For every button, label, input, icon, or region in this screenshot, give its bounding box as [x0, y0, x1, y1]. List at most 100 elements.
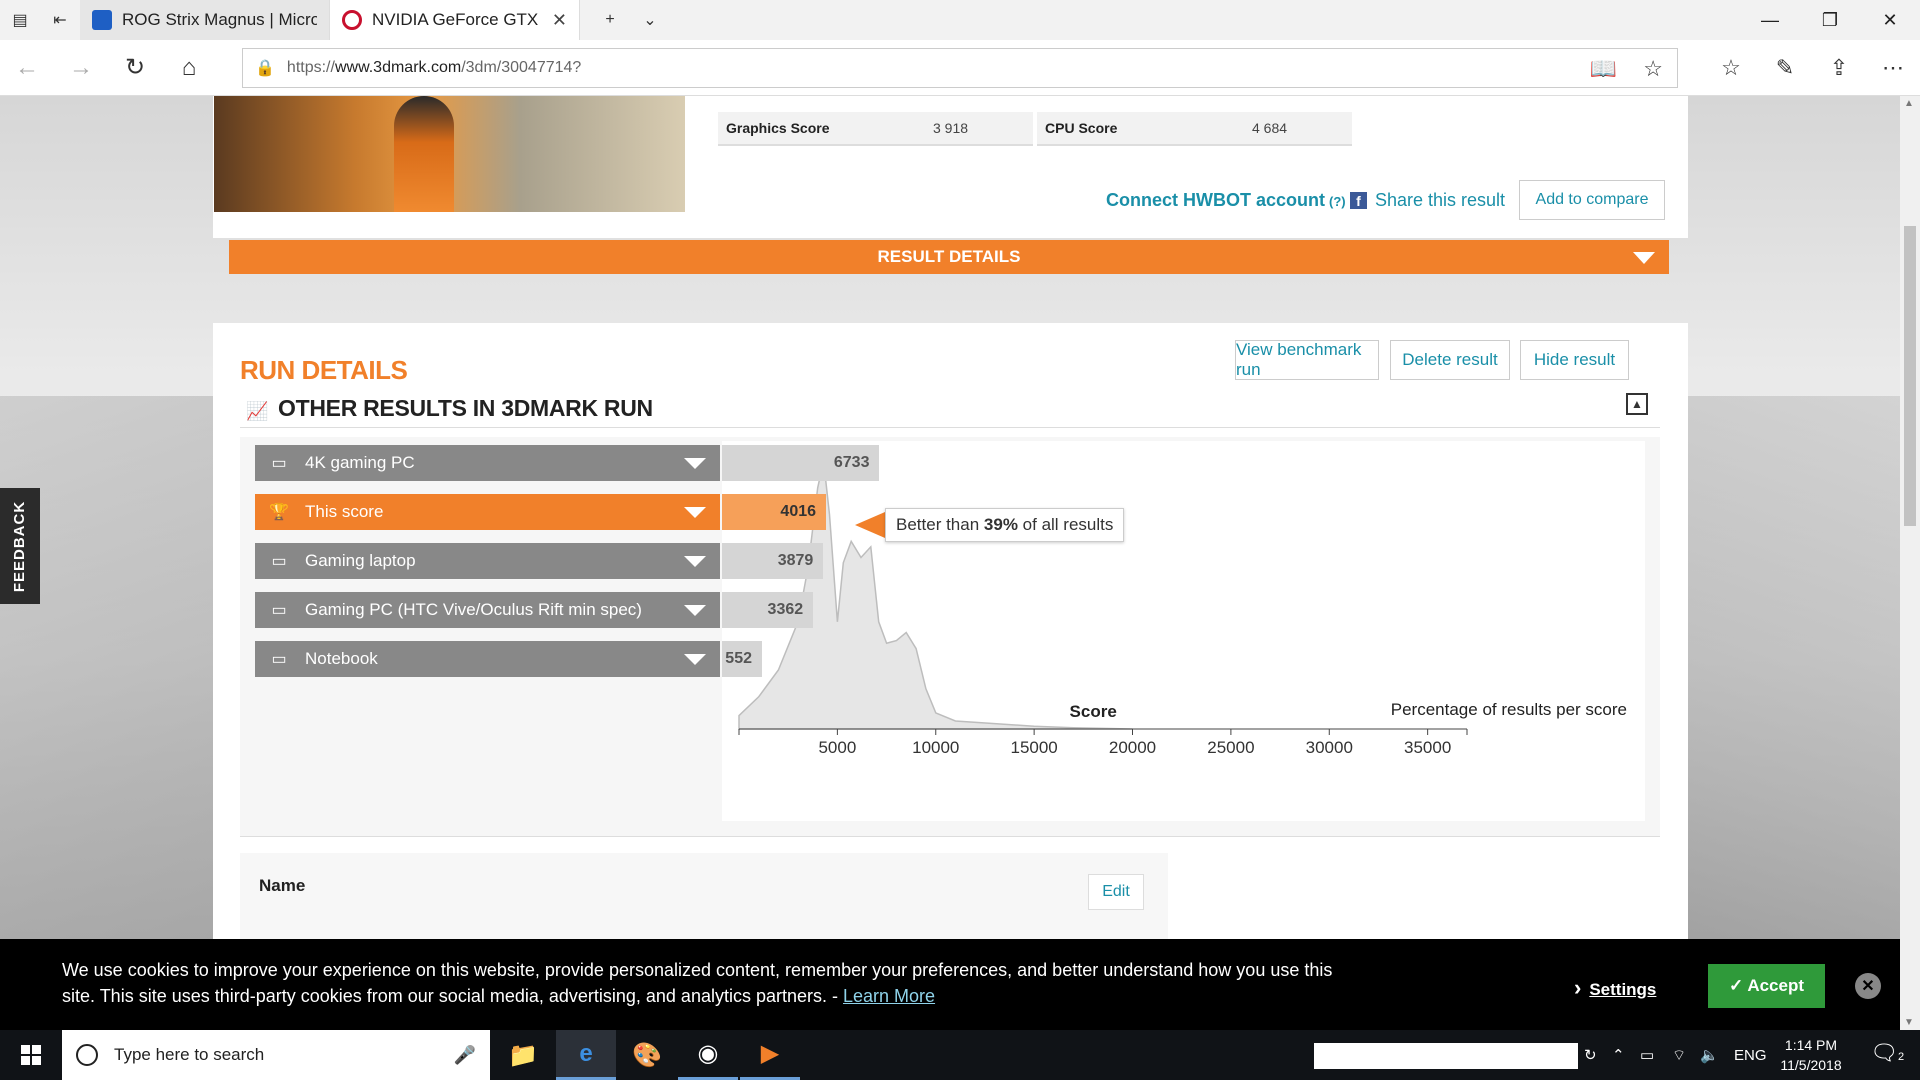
tray-address-box[interactable] — [1314, 1043, 1578, 1069]
cookie-banner: We use cookies to improve your experienc… — [0, 939, 1900, 1030]
hwbot-help-link[interactable]: (?) — [1329, 194, 1346, 209]
language-indicator[interactable]: ENG — [1734, 1030, 1767, 1080]
more-icon[interactable]: ⋯ — [1866, 40, 1920, 96]
refresh-icon[interactable]: ↻ — [108, 40, 162, 96]
line-chart-icon: 📈 — [246, 401, 269, 421]
window-controls: — ❐ ✕ — [1740, 0, 1920, 40]
scroll-up-icon[interactable]: ▲ — [1904, 98, 1914, 109]
tab-title: ROG Strix Magnus | Micropl — [122, 10, 317, 29]
connect-hwbot-link[interactable]: Connect HWBOT account (?) — [1106, 190, 1346, 211]
favorite-star-icon[interactable]: ☆ — [1643, 56, 1663, 82]
run-details-title: RUN DETAILS — [240, 355, 408, 385]
notification-count: 2 — [1897, 1051, 1905, 1063]
comparison-row[interactable]: 🏆 This score — [255, 494, 720, 530]
address-toolbar: ← → ↻ ⌂ 🔒 https://www.3dmark.com/3dm/300… — [0, 40, 1920, 96]
cpu-score-label: CPU Score — [1045, 120, 1118, 136]
close-banner-icon[interactable]: ✕ — [1855, 973, 1881, 999]
scroll-down-icon[interactable]: ▼ — [1904, 1017, 1914, 1028]
page-scrollbar[interactable]: ▲ ▼ — [1900, 96, 1920, 1030]
set-aside-tabs-icon[interactable]: ⇤ — [40, 0, 80, 40]
new-tab-icon[interactable]: + — [590, 0, 630, 40]
facebook-icon: f — [1350, 192, 1367, 209]
comparison-label: This score — [305, 502, 384, 521]
back-icon[interactable]: ← — [0, 40, 54, 96]
x-tick-label: 20000 — [1109, 738, 1156, 757]
taskbar-clock[interactable]: 1:14 PM 11/5/2018 — [1776, 1035, 1846, 1075]
comparison-label: 4K gaming PC — [305, 453, 415, 472]
reading-view-icon[interactable]: 📖 — [1590, 56, 1617, 82]
file-explorer-icon[interactable]: 📁 — [493, 1030, 553, 1080]
microphone-icon[interactable]: 🎤 — [454, 1045, 476, 1066]
feedback-label: FEEDBACK — [11, 500, 29, 592]
learn-more-link[interactable]: Learn More — [843, 986, 935, 1006]
comparison-row[interactable]: ▭ Gaming PC (HTC Vive/Oculus Rift min spe… — [255, 592, 720, 628]
comparison-score: 3879 — [722, 543, 824, 579]
window-close-icon[interactable]: ✕ — [1860, 0, 1920, 40]
clock-time: 1:14 PM — [1784, 1037, 1838, 1053]
action-center-icon[interactable]: 🗨2 — [1870, 1040, 1904, 1066]
battery-icon[interactable]: ▭ — [1640, 1030, 1654, 1080]
edge-browser-icon[interactable]: e — [556, 1030, 616, 1080]
share-icon[interactable]: ⇪ — [1812, 40, 1866, 96]
scrollbar-thumb[interactable] — [1904, 226, 1916, 526]
minimize-icon[interactable]: — — [1740, 0, 1800, 40]
start-button[interactable] — [0, 1030, 62, 1080]
collapse-icon[interactable]: ▲ — [1626, 393, 1648, 415]
restore-icon[interactable]: ❐ — [1800, 0, 1860, 40]
cpu-score-value: 4 684 — [1252, 120, 1288, 136]
chevron-down-icon[interactable] — [684, 506, 706, 518]
favorites-hub-icon[interactable]: ☆ — [1704, 40, 1758, 96]
chevron-down-icon[interactable] — [684, 555, 706, 567]
delete-result-button[interactable]: Delete result — [1390, 340, 1510, 380]
add-to-compare-button[interactable]: Add to compare — [1519, 180, 1665, 220]
home-icon[interactable]: ⌂ — [162, 40, 216, 96]
browser-tab-3dmark[interactable]: NVIDIA GeForce GTX 1C ✕ — [330, 0, 580, 40]
edit-name-button[interactable]: Edit — [1088, 874, 1144, 910]
clock-date: 11/5/2018 — [1780, 1057, 1842, 1073]
wifi-icon[interactable]: ⌔ — [1672, 1030, 1686, 1080]
steam-icon[interactable]: ◉ — [678, 1030, 738, 1080]
comparison-score: 6733 — [722, 445, 880, 481]
y-axis-label: Percentage of results per score — [1391, 700, 1627, 719]
url-prefix: https:// — [286, 59, 335, 76]
x-tick-label: 35000 — [1404, 738, 1451, 757]
x-tick-label: 5000 — [818, 738, 856, 757]
result-details-toggle[interactable]: RESULT DETAILS — [229, 240, 1669, 274]
better-than-prefix: Better than — [896, 515, 980, 534]
volume-icon[interactable]: 🔈 — [1700, 1030, 1719, 1080]
show-hidden-icons-icon[interactable]: ⌃ — [1612, 1030, 1625, 1080]
cookie-settings-link[interactable]: Settings — [1574, 975, 1656, 1001]
tray-refresh-icon[interactable]: ↻ — [1584, 1030, 1597, 1080]
computer-icon: ▭ — [271, 455, 287, 472]
forward-icon[interactable]: → — [54, 40, 108, 96]
view-benchmark-run-button[interactable]: View benchmark run — [1235, 340, 1379, 380]
paint-app-icon[interactable]: 🎨 — [617, 1030, 677, 1080]
comparison-row[interactable]: ▭ Gaming laptop — [255, 543, 720, 579]
hwbot-link-text: Connect HWBOT account — [1106, 190, 1325, 210]
feedback-tab[interactable]: FEEDBACK — [0, 488, 40, 604]
taskbar-search-box[interactable]: Type here to search 🎤 — [62, 1030, 490, 1080]
chevron-down-icon[interactable] — [684, 604, 706, 616]
pen-icon[interactable]: ✎ — [1758, 40, 1812, 96]
chevron-down-icon[interactable] — [684, 457, 706, 469]
other-results-header: 📈 OTHER RESULTS IN 3DMARK RUN ▲ — [240, 388, 1660, 428]
distribution-chart-area: 5000 10000 15000 20000 25000 30000 35000 Score… — [722, 441, 1645, 821]
background-rocks-right — [1660, 396, 1900, 1030]
graphics-score-cell: Graphics Score 3 918 — [718, 112, 1033, 146]
comparison-row[interactable]: ▭ 4K gaming PC — [255, 445, 720, 481]
this-score-pointer — [855, 512, 885, 538]
share-link-text: Share this result — [1375, 190, 1506, 210]
hide-result-button[interactable]: Hide result — [1520, 340, 1629, 380]
3dmark-app-icon[interactable]: ▶ — [740, 1030, 800, 1080]
share-result-link[interactable]: f Share this result — [1350, 190, 1505, 211]
accept-cookies-button[interactable]: ✓ Accept — [1708, 964, 1825, 1008]
url-input[interactable]: 🔒 https://www.3dmark.com/3dm/30047714? 📖… — [242, 48, 1678, 88]
browser-tab-rog[interactable]: ROG Strix Magnus | Micropl — [80, 0, 330, 40]
comparison-row[interactable]: ▭ Notebook — [255, 641, 720, 677]
tab-preview-chevron-icon[interactable]: ⌄ — [630, 0, 670, 40]
x-tick-label: 30000 — [1306, 738, 1353, 757]
chevron-down-icon[interactable] — [684, 653, 706, 665]
cookie-message: We use cookies to improve your experienc… — [62, 957, 1342, 1009]
tab-close-icon[interactable]: ✕ — [552, 10, 567, 31]
tab-manager-icon[interactable]: ▤ — [0, 0, 40, 40]
